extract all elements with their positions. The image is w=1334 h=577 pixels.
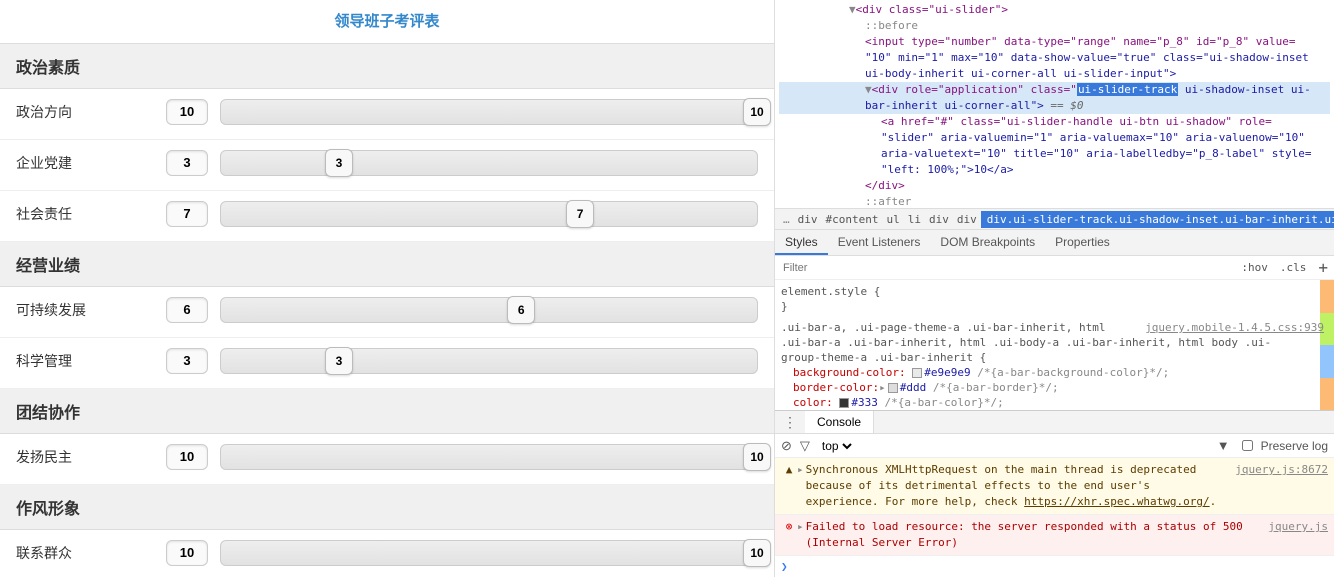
- console-messages[interactable]: ▲ ▸ Synchronous XMLHttpRequest on the ma…: [775, 458, 1334, 577]
- tab-styles[interactable]: Styles: [775, 230, 828, 255]
- section-header: 政治素质: [0, 44, 774, 89]
- section-header: 团结协作: [0, 389, 774, 434]
- console-prompt[interactable]: ❯: [775, 556, 1334, 577]
- hov-toggle[interactable]: :hov: [1235, 261, 1274, 274]
- slider-value-input[interactable]: 10: [166, 444, 208, 470]
- console-drawer-header: ⋮ Console: [775, 410, 1334, 434]
- slider-handle[interactable]: 10: [743, 539, 771, 567]
- slider-row: 发扬民主1010: [0, 434, 774, 485]
- dom-breadcrumb[interactable]: … div #content ul li div div div.ui-slid…: [775, 208, 1334, 230]
- slider-handle[interactable]: 3: [325, 347, 353, 375]
- slider-label: 企业党建: [16, 153, 166, 173]
- preserve-log-label: Preserve log: [1261, 439, 1328, 453]
- breadcrumb-active[interactable]: div.ui-slider-track.ui-shadow-inset.ui-b…: [981, 211, 1334, 228]
- source-link[interactable]: jquery.mobile-1.4.5.css:939: [1145, 320, 1324, 335]
- slider-value-input[interactable]: 7: [166, 201, 208, 227]
- slider-label: 发扬民主: [16, 447, 166, 467]
- slider-row: 社会责任77: [0, 191, 774, 242]
- slider-value-input[interactable]: 6: [166, 297, 208, 323]
- form-title: 领导班子考评表: [0, 0, 774, 44]
- slider-track[interactable]: 3: [220, 348, 758, 374]
- tab-dom-breakpoints[interactable]: DOM Breakpoints: [930, 230, 1045, 255]
- slider-track[interactable]: 10: [220, 444, 758, 470]
- slider-value-input[interactable]: 10: [166, 99, 208, 125]
- slider-track[interactable]: 7: [220, 201, 758, 227]
- new-style-rule-button[interactable]: +: [1312, 261, 1334, 275]
- slider-value-input[interactable]: 10: [166, 540, 208, 566]
- section-header: 作风形象: [0, 485, 774, 530]
- context-dropdown-icon[interactable]: ▼: [1217, 438, 1230, 453]
- styles-filter-input[interactable]: [775, 258, 1235, 278]
- styles-filter-row: :hov .cls +: [775, 256, 1334, 280]
- slider-track[interactable]: 10: [220, 99, 758, 125]
- slider-value-input[interactable]: 3: [166, 348, 208, 374]
- slider-row: 政治方向1010: [0, 89, 774, 140]
- error-source-link[interactable]: jquery.js: [1260, 519, 1328, 551]
- context-select[interactable]: top: [818, 438, 855, 454]
- selected-dom-node[interactable]: ▼<div role="application" class="ui-slide…: [779, 82, 1330, 98]
- warning-icon: ▲: [781, 462, 797, 510]
- devtools-panel: ▼<div class="ui-slider"> ::before <input…: [775, 0, 1334, 577]
- preserve-log-checkbox[interactable]: [1242, 440, 1253, 451]
- tab-properties[interactable]: Properties: [1045, 230, 1120, 255]
- clear-console-icon[interactable]: ⊘: [781, 438, 792, 454]
- slider-row: 科学管理33: [0, 338, 774, 389]
- console-toolbar: ⊘ ▽ top ▼ Preserve log: [775, 434, 1334, 458]
- slider-handle[interactable]: 10: [743, 443, 771, 471]
- slider-label: 联系群众: [16, 543, 166, 563]
- slider-row: 联系群众1010: [0, 530, 774, 577]
- console-tab[interactable]: Console: [805, 411, 874, 433]
- slider-handle[interactable]: 3: [325, 149, 353, 177]
- slider-row: 可持续发展66: [0, 287, 774, 338]
- slider-label: 科学管理: [16, 351, 166, 371]
- slider-label: 社会责任: [16, 204, 166, 224]
- slider-track[interactable]: 10: [220, 540, 758, 566]
- warning-source-link[interactable]: jquery.js:8672: [1227, 462, 1328, 510]
- slider-handle[interactable]: 6: [507, 296, 535, 324]
- slider-value-input[interactable]: 3: [166, 150, 208, 176]
- form-sections: 政治素质政治方向1010企业党建33社会责任77经营业绩可持续发展66科学管理3…: [0, 44, 774, 577]
- console-error: ⊗ ▸ Failed to load resource: the server …: [775, 515, 1334, 556]
- error-icon: ⊗: [781, 519, 797, 551]
- styles-pane[interactable]: element.style { } jquery.mobile-1.4.5.cs…: [775, 280, 1334, 410]
- dom-tree[interactable]: ▼<div class="ui-slider"> ::before <input…: [775, 0, 1334, 208]
- cls-toggle[interactable]: .cls: [1274, 261, 1313, 274]
- slider-handle[interactable]: 7: [566, 200, 594, 228]
- tab-event-listeners[interactable]: Event Listeners: [828, 230, 931, 255]
- form-preview-panel: 领导班子考评表 政治素质政治方向1010企业党建33社会责任77经营业绩可持续发…: [0, 0, 775, 577]
- slider-handle[interactable]: 10: [743, 98, 771, 126]
- slider-track[interactable]: 6: [220, 297, 758, 323]
- drawer-menu-icon[interactable]: ⋮: [775, 414, 805, 431]
- slider-label: 政治方向: [16, 102, 166, 122]
- styles-tabs: Styles Event Listeners DOM Breakpoints P…: [775, 230, 1334, 256]
- slider-label: 可持续发展: [16, 300, 166, 320]
- slider-track[interactable]: 3: [220, 150, 758, 176]
- section-header: 经营业绩: [0, 242, 774, 287]
- console-warning: ▲ ▸ Synchronous XMLHttpRequest on the ma…: [775, 458, 1334, 515]
- filter-icon[interactable]: ▽: [800, 438, 810, 454]
- slider-row: 企业党建33: [0, 140, 774, 191]
